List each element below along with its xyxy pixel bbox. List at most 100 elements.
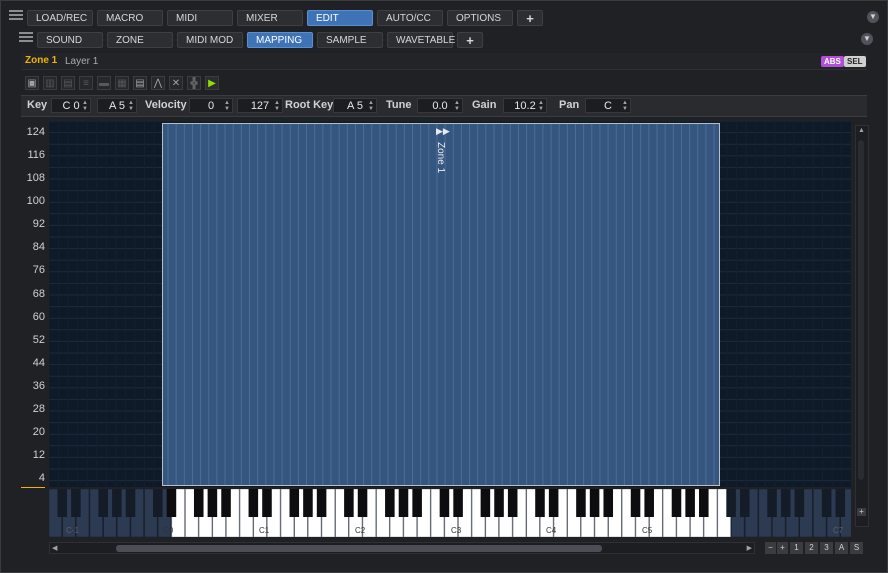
- black-key[interactable]: [344, 489, 354, 517]
- black-key[interactable]: [71, 489, 81, 517]
- root-key-follow-icon[interactable]: ╬: [187, 76, 201, 90]
- zoom-in-horizontal-icon[interactable]: +: [777, 542, 788, 554]
- edit-dropdown-icon[interactable]: ▼: [861, 33, 873, 45]
- black-key[interactable]: [548, 489, 559, 517]
- scroll-right-icon[interactable]: ▶: [747, 544, 752, 552]
- edit-list-icon[interactable]: ▤: [133, 76, 147, 90]
- tune-field[interactable]: 0.0 ▲ ▼: [417, 98, 463, 113]
- tune-spin-icon[interactable]: ▲ ▼: [454, 100, 460, 112]
- black-key[interactable]: [207, 489, 218, 517]
- tab-sound[interactable]: SOUND: [37, 32, 103, 48]
- mapping-grid[interactable]: ▶▶ Zone 1: [49, 121, 851, 487]
- black-key[interactable]: [289, 489, 300, 517]
- black-key[interactable]: [780, 489, 791, 517]
- black-key[interactable]: [739, 489, 750, 517]
- scroll-up-icon[interactable]: ▲: [858, 127, 865, 134]
- black-key[interactable]: [98, 489, 108, 517]
- black-key[interactable]: [576, 489, 586, 517]
- crossfade-icon[interactable]: ⋀: [151, 76, 165, 90]
- black-key[interactable]: [112, 489, 122, 517]
- zoom-preset-2-button[interactable]: 2: [805, 542, 818, 554]
- black-key[interactable]: [589, 489, 600, 517]
- root-key-field[interactable]: A 5 ▲ ▼: [333, 98, 377, 113]
- black-key[interactable]: [153, 489, 163, 517]
- black-key[interactable]: [603, 489, 614, 517]
- velocity-high-field[interactable]: 127 ▲ ▼: [237, 98, 283, 113]
- add-edit-tab-button[interactable]: +: [457, 32, 483, 48]
- black-key[interactable]: [480, 489, 491, 517]
- pan-field[interactable]: C ▲ ▼: [585, 98, 631, 113]
- black-key[interactable]: [166, 489, 177, 517]
- edit-menu-icon[interactable]: [19, 32, 33, 42]
- vertical-scroll-thumb[interactable]: [858, 140, 864, 480]
- main-menu-icon[interactable]: [9, 10, 23, 20]
- layer-view-icon[interactable]: ▤: [61, 76, 75, 90]
- zone-name[interactable]: Zone 1: [25, 55, 57, 66]
- black-key[interactable]: [303, 489, 313, 517]
- black-key[interactable]: [699, 489, 709, 517]
- black-key[interactable]: [794, 489, 805, 517]
- key-high-field[interactable]: A 5 ▲ ▼: [97, 98, 137, 113]
- play-icon[interactable]: ▶: [205, 76, 219, 90]
- gain-spin-icon[interactable]: ▲ ▼: [538, 100, 544, 112]
- gain-field[interactable]: 10.2 ▲ ▼: [503, 98, 547, 113]
- tab-zone[interactable]: ZONE: [107, 32, 173, 48]
- tab-midi[interactable]: MIDI: [167, 10, 233, 26]
- black-key[interactable]: [357, 489, 368, 517]
- black-key[interactable]: [248, 489, 259, 517]
- folder-icon[interactable]: ▬: [97, 76, 111, 90]
- zoom-out-horizontal-icon[interactable]: −: [765, 542, 776, 554]
- tab-auto-cc[interactable]: AUTO/CC: [377, 10, 443, 26]
- black-key[interactable]: [398, 489, 409, 517]
- key-low-spin-icon[interactable]: ▲ ▼: [82, 100, 88, 112]
- pan-spin-icon[interactable]: ▲ ▼: [622, 100, 628, 112]
- select-all-icon[interactable]: ▣: [25, 76, 39, 90]
- black-key[interactable]: [453, 489, 463, 517]
- tab-midi-mod[interactable]: MIDI MOD: [177, 32, 243, 48]
- tab-edit[interactable]: EDIT: [307, 10, 373, 26]
- zoom-preset-3-button[interactable]: 3: [820, 542, 833, 554]
- add-top-tab-button[interactable]: +: [517, 10, 543, 26]
- vertical-scrollbar[interactable]: ▲ +: [855, 125, 869, 527]
- black-key[interactable]: [644, 489, 654, 517]
- scroll-left-icon[interactable]: ◀: [52, 544, 57, 552]
- velocity-high-spin-icon[interactable]: ▲ ▼: [274, 100, 280, 112]
- tab-sample[interactable]: SAMPLE: [317, 32, 383, 48]
- black-key[interactable]: [57, 489, 68, 517]
- black-key[interactable]: [535, 489, 545, 517]
- tab-mixer[interactable]: MIXER: [237, 10, 303, 26]
- black-key[interactable]: [412, 489, 422, 517]
- velocity-low-spin-icon[interactable]: ▲ ▼: [224, 100, 230, 112]
- grid-icon[interactable]: ▦: [115, 76, 129, 90]
- top-dropdown-icon[interactable]: ▼: [867, 11, 879, 23]
- black-key[interactable]: [630, 489, 641, 517]
- auto-fade-icon[interactable]: ✕: [169, 76, 183, 90]
- black-key[interactable]: [125, 489, 136, 517]
- black-key[interactable]: [262, 489, 272, 517]
- layer-name[interactable]: Layer 1: [65, 56, 98, 67]
- zoom-in-vertical-icon[interactable]: +: [857, 508, 866, 516]
- piano-keyboard[interactable]: C-1 C0 C1 C2 C3 C4 C5 C7: [49, 489, 851, 537]
- black-key[interactable]: [671, 489, 682, 517]
- black-key[interactable]: [385, 489, 395, 517]
- black-key[interactable]: [221, 489, 231, 517]
- list-view-icon[interactable]: ≡: [79, 76, 93, 90]
- abs-toggle[interactable]: ABS: [821, 56, 844, 67]
- tab-mapping[interactable]: MAPPING: [247, 32, 313, 48]
- sel-toggle[interactable]: SEL: [844, 56, 866, 67]
- black-key[interactable]: [685, 489, 695, 517]
- black-key[interactable]: [821, 489, 832, 517]
- black-key[interactable]: [439, 489, 450, 517]
- tab-load-rec[interactable]: LOAD/REC: [27, 10, 93, 26]
- black-key[interactable]: [767, 489, 777, 517]
- black-key[interactable]: [726, 489, 736, 517]
- keyboard-view-icon[interactable]: ▥: [43, 76, 57, 90]
- horizontal-scrollbar[interactable]: ◀ ▶: [49, 542, 755, 554]
- black-key[interactable]: [507, 489, 518, 517]
- zoom-selection-button[interactable]: S: [850, 542, 863, 554]
- horizontal-scroll-thumb[interactable]: [116, 545, 602, 552]
- root-key-spin-icon[interactable]: ▲ ▼: [368, 100, 374, 112]
- zoom-all-button[interactable]: A: [835, 542, 848, 554]
- zoom-preset-1-button[interactable]: 1: [790, 542, 803, 554]
- black-key[interactable]: [494, 489, 504, 517]
